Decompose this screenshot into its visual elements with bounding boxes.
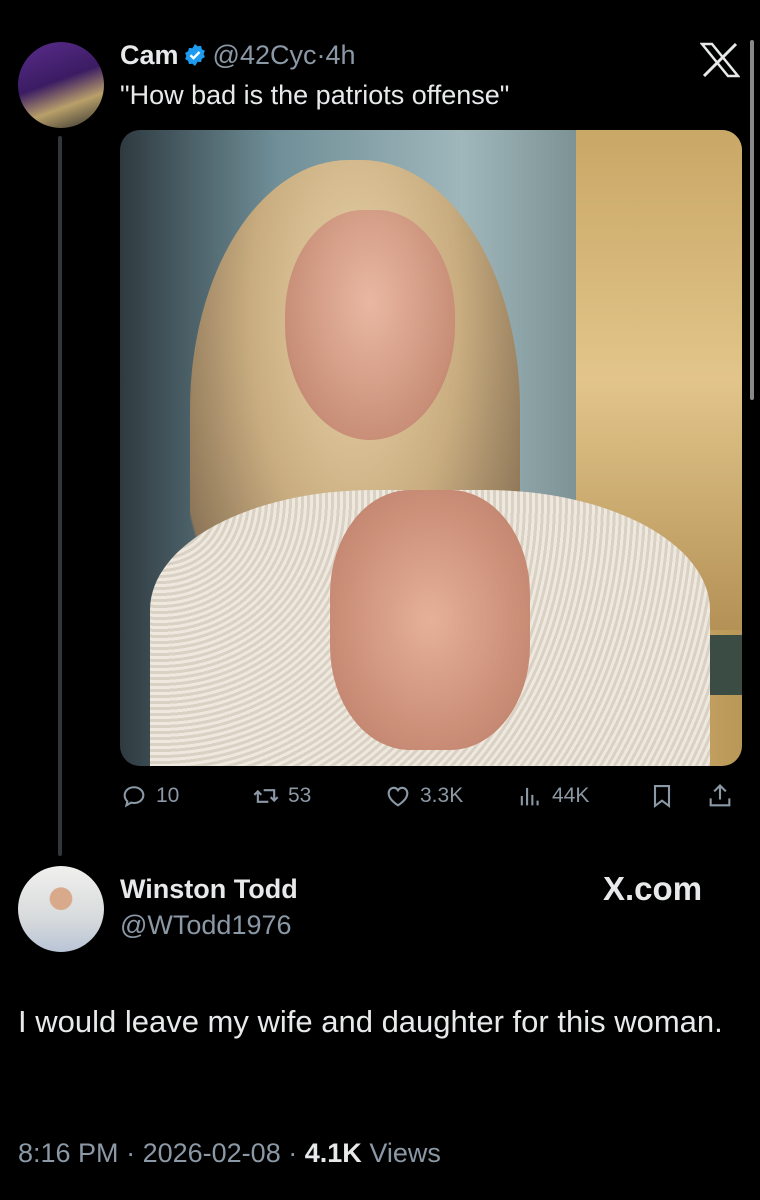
like-count: 3.3K: [420, 784, 464, 807]
like-icon: [387, 786, 409, 807]
share-button[interactable]: [706, 782, 742, 810]
reply-date[interactable]: 2026-02-08: [143, 1138, 281, 1168]
winston-avatar[interactable]: [18, 866, 104, 952]
share-icon: [709, 784, 731, 807]
repost-count: 53: [288, 784, 312, 807]
bookmark-button[interactable]: [648, 782, 684, 810]
reply-count: 10: [156, 784, 180, 807]
views-icon: [520, 787, 539, 806]
tweet-media-image[interactable]: [120, 130, 742, 766]
repost-icon: [253, 789, 279, 803]
bookmark-icon: [653, 785, 671, 809]
verified-icon: [184, 44, 205, 66]
image-subject-torso: [330, 490, 530, 750]
cam-avatar[interactable]: [18, 42, 104, 128]
views-button[interactable]: 44K: [516, 782, 589, 810]
tweet-time-ago[interactable]: 4h: [325, 40, 355, 70]
reply-time[interactable]: 8:16 PM: [18, 1138, 119, 1168]
thread-connector-line: [58, 136, 62, 856]
tweet-action-bar: 10 53 3.3K 44K: [120, 782, 742, 816]
views-count: 44K: [552, 784, 590, 807]
tweet-text: "How bad is the patriots offense": [120, 80, 510, 110]
reply-views-label: Views: [369, 1138, 441, 1168]
meta-separator: ·: [126, 1138, 136, 1168]
reply-button[interactable]: 10: [120, 782, 179, 810]
tweet-header: Cam @42Cyc·4h: [120, 40, 356, 71]
repost-button[interactable]: 53: [252, 782, 311, 810]
meta-separator: ·: [288, 1138, 298, 1168]
like-button[interactable]: 3.3K: [384, 782, 463, 810]
x-logo-icon: [700, 42, 740, 78]
tweet-author-handle[interactable]: @42Cyc: [213, 40, 317, 70]
reply-meta: 8:16 PM · 2026-02-08 · 4.1K Views: [18, 1138, 441, 1169]
image-subject-face: [285, 210, 455, 440]
reply-author-name[interactable]: Winston Todd: [120, 874, 298, 905]
x-com-watermark: X.com: [603, 870, 703, 907]
reply-text: I would leave my wife and daughter for t…: [18, 1004, 723, 1039]
scrollbar[interactable]: [750, 40, 754, 400]
reply-author-handle[interactable]: @WTodd1976: [120, 910, 292, 941]
reply-icon: [123, 786, 145, 808]
tweet-author-name[interactable]: Cam: [120, 40, 179, 70]
reply-views-count: 4.1K: [304, 1138, 362, 1168]
